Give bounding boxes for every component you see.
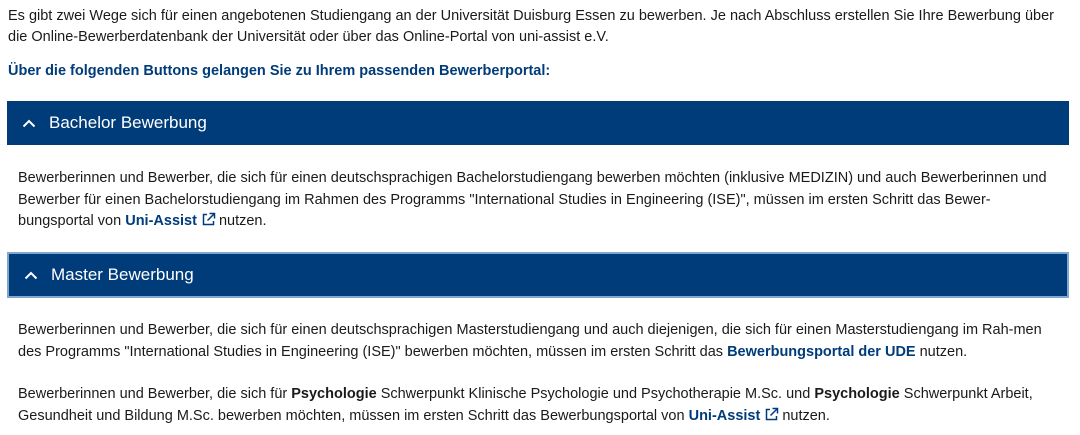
psychologie-bold-2: Psychologie bbox=[814, 386, 900, 402]
external-link-icon bbox=[201, 212, 216, 235]
accordion-bachelor-header[interactable]: Bachelor Bewerbung bbox=[7, 101, 1069, 145]
intro-text: Es gibt zwei Wege sich für einen angebot… bbox=[8, 8, 1054, 45]
accordion-master-header[interactable]: Master Bewerbung bbox=[7, 252, 1069, 298]
master-p2-b: Schwerpunkt Klinische Psychologie und Ps… bbox=[376, 386, 815, 402]
uni-assist-link-bachelor[interactable]: Uni-Assist bbox=[125, 212, 219, 229]
chevron-up-icon bbox=[11, 271, 51, 280]
uni-assist-link-text: Uni-Assist bbox=[125, 213, 197, 229]
accordion-master-title: Master Bewerbung bbox=[51, 265, 194, 284]
psychologie-bold-1: Psychologie bbox=[291, 386, 377, 402]
accordion-bachelor-title: Bachelor Bewerbung bbox=[49, 113, 207, 132]
application-info-page: Es gibt zwei Wege sich für einen angebot… bbox=[0, 0, 1080, 435]
master-p1-after: nutzen. bbox=[915, 343, 968, 360]
uni-assist-link-text: Uni-Assist bbox=[688, 407, 761, 424]
master-p2-a: Bewerberinnen und Bewerber, die sich für bbox=[18, 386, 292, 402]
external-link-icon bbox=[764, 407, 779, 430]
ude-portal-link[interactable]: Bewerbungsportal der UDE bbox=[727, 344, 916, 360]
portal-lead-heading: Über die folgenden Buttons gelangen Sie … bbox=[8, 63, 551, 79]
master-body-text-2: Bewerberinnen und Bewerber, die sich für… bbox=[18, 384, 1058, 429]
uni-assist-link-master[interactable]: Uni-Assist bbox=[688, 407, 783, 424]
bachelor-body-text: Bewerberinnen und Bewerber, die sich für… bbox=[18, 168, 1058, 235]
chevron-up-icon bbox=[9, 119, 49, 128]
master-body-text-1: Bewerberinnen und Bewerber, die sich für… bbox=[18, 320, 1058, 363]
bachelor-body-after: nutzen. bbox=[218, 213, 267, 229]
master-p2-after: nutzen. bbox=[782, 407, 830, 424]
